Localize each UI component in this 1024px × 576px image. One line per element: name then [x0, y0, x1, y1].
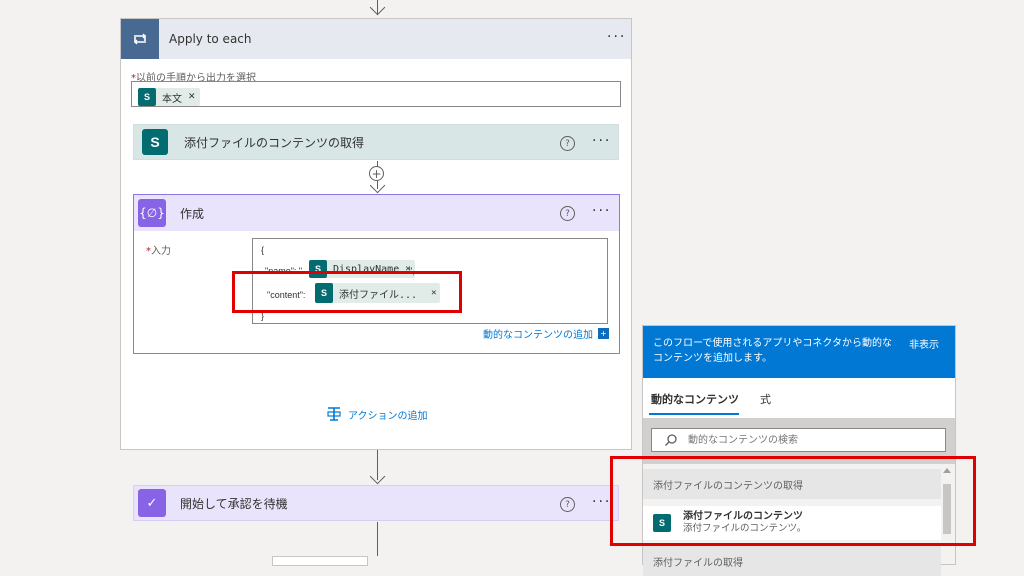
- search-icon: [665, 434, 677, 446]
- sp-action-title: 添付ファイルのコンテンツの取得: [184, 135, 365, 150]
- code-close-brace: }: [261, 311, 265, 321]
- dynamic-content-list: 添付ファイルのコンテンツの取得 S 添付ファイルのコンテンツ 添付ファイルのコン…: [643, 464, 955, 576]
- add-dynamic-content-link[interactable]: 動的なコンテンツの追加 +: [483, 326, 609, 341]
- sharepoint-icon: S: [142, 129, 168, 155]
- token-display-name[interactable]: S DisplayName ✕: [309, 260, 415, 278]
- apply-to-each-title: Apply to each: [169, 32, 252, 46]
- tab-dynamic-content[interactable]: 動的なコンテンツ: [651, 391, 739, 407]
- remove-token-icon[interactable]: ✕: [431, 288, 436, 298]
- list-item-title: 添付ファイルのコンテンツ: [683, 511, 803, 522]
- dynamic-content-panel: このフローで使用されるアプリやコネクタから動的なコンテンツを追加します。 非表示…: [642, 325, 956, 576]
- hide-panel-link[interactable]: 非表示: [909, 336, 939, 351]
- panel-description: このフローで使用されるアプリやコネクタから動的なコンテンツを追加します。: [653, 338, 892, 364]
- sharepoint-icon: S: [315, 283, 333, 303]
- compose-input-box[interactable]: { "name": " S DisplayName ✕ ", "content"…: [252, 238, 608, 324]
- search-area: [643, 418, 955, 464]
- tab-expression[interactable]: 式: [760, 391, 771, 407]
- add-action-icon: [327, 407, 341, 421]
- search-box[interactable]: [651, 428, 946, 452]
- compose-title: 作成: [180, 206, 205, 221]
- more-options-icon[interactable]: ···: [592, 203, 611, 219]
- code-name-key: "name": ": [265, 266, 303, 276]
- add-dynamic-label: 動的なコンテンツの追加: [483, 330, 593, 341]
- section-header: 添付ファイルのコンテンツの取得: [643, 469, 941, 499]
- scrollbar[interactable]: [941, 464, 953, 564]
- code-content-key: "content":: [267, 290, 306, 300]
- token-label: 添付ファイル...: [339, 289, 418, 301]
- compose-header[interactable]: {∅} 作成 ? ···: [134, 195, 619, 231]
- tab-underline: [649, 413, 739, 415]
- approval-icon: ✓: [138, 489, 166, 517]
- more-options-icon[interactable]: ···: [592, 133, 611, 149]
- token-label: DisplayName: [333, 263, 400, 275]
- add-action-button[interactable]: アクションの追加: [326, 406, 428, 422]
- scroll-thumb[interactable]: [943, 484, 951, 534]
- search-input[interactable]: [686, 433, 930, 447]
- select-output-field[interactable]: S 本文 ✕: [131, 81, 621, 107]
- token-attachment-content[interactable]: S 添付ファイル... ✕: [315, 283, 441, 303]
- arrow-down-icon: [369, 0, 386, 16]
- code-name-tail: ",: [409, 266, 415, 276]
- loop-icon: [121, 19, 159, 59]
- add-action-label: アクションの追加: [348, 410, 428, 422]
- list-item[interactable]: S 添付ファイルのコンテンツ 添付ファイルのコンテンツ。: [643, 506, 941, 540]
- connector-line: [377, 522, 378, 556]
- token-label: 本文: [162, 93, 182, 105]
- sharepoint-icon: S: [309, 260, 327, 278]
- scroll-up-icon[interactable]: [943, 468, 951, 473]
- panel-header: このフローで使用されるアプリやコネクタから動的なコンテンツを追加します。 非表示: [643, 326, 955, 378]
- more-options-icon[interactable]: ···: [607, 29, 626, 45]
- help-icon[interactable]: ?: [560, 206, 575, 221]
- panel-tabs: 動的なコンテンツ 式: [643, 378, 955, 418]
- help-icon[interactable]: ?: [560, 136, 575, 151]
- plus-icon: +: [598, 328, 609, 339]
- approval-card[interactable]: ✓ 開始して承認を待機 ? ···: [133, 485, 619, 521]
- remove-token-icon[interactable]: ✕: [188, 92, 196, 102]
- sharepoint-icon: S: [138, 88, 156, 106]
- next-step-card: [272, 556, 368, 566]
- token-body[interactable]: S 本文 ✕: [138, 88, 200, 106]
- list-item-description: 添付ファイルのコンテンツ。: [683, 523, 807, 534]
- sharepoint-icon: S: [653, 514, 671, 532]
- compose-icon: {∅}: [138, 199, 166, 227]
- apply-to-each-header[interactable]: Apply to each ···: [121, 19, 631, 59]
- more-options-icon[interactable]: ···: [592, 494, 611, 510]
- sp-get-attachment-content-card[interactable]: S 添付ファイルのコンテンツの取得 ? ···: [133, 124, 619, 160]
- help-icon[interactable]: ?: [560, 497, 575, 512]
- code-open-brace: {: [261, 245, 265, 255]
- section-header: 添付ファイルの取得: [643, 546, 941, 576]
- approval-title: 開始して承認を待機: [180, 496, 288, 511]
- input-label: *入力: [146, 246, 171, 257]
- arrow-down-icon: [369, 468, 386, 485]
